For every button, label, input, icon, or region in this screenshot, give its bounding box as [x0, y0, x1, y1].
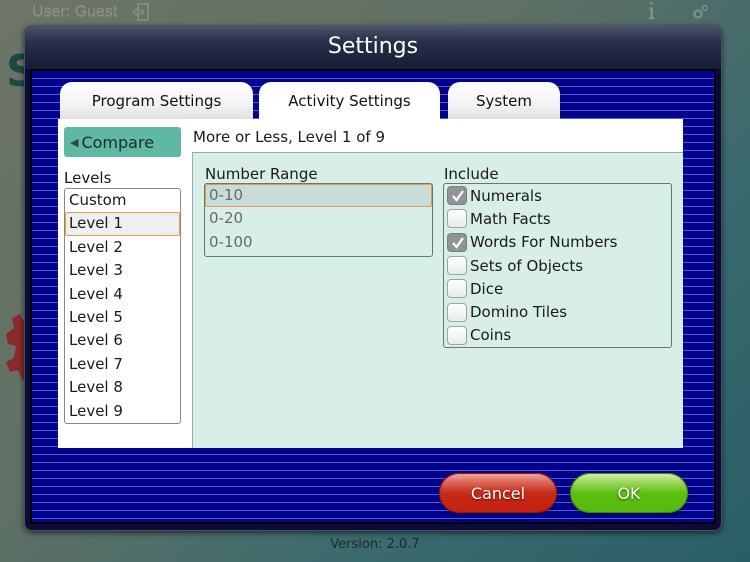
level-item-8[interactable]: Level 8	[65, 376, 180, 399]
include-label: Include	[444, 165, 499, 183]
include-item-coins[interactable]: Coins	[444, 324, 671, 347]
dialog-title: Settings	[327, 34, 419, 59]
logout-icon[interactable]	[132, 3, 149, 21]
include-item-numerals[interactable]: Numerals	[444, 184, 671, 207]
include-item-label: Words For Numbers	[470, 233, 618, 252]
include-item-domino-tiles[interactable]: Domino Tiles	[444, 300, 671, 323]
words-for-numbers-checkbox[interactable]	[447, 232, 467, 252]
number-range-label: Number Range	[205, 165, 318, 183]
user-label: User: Guest	[32, 3, 118, 20]
include-item-label: Domino Tiles	[470, 303, 568, 322]
level-item-6[interactable]: Level 6	[65, 329, 180, 352]
gear-icon[interactable]	[690, 3, 710, 21]
tab-program-settings[interactable]: Program Settings	[60, 82, 253, 122]
level-item-4[interactable]: Level 4	[65, 283, 180, 306]
level-item-1[interactable]: Level 1	[65, 212, 180, 236]
activity-title: More or Less, Level 1 of 9	[193, 128, 385, 146]
version-label: Version: 2.0.7	[330, 537, 420, 552]
sets-of-objects-checkbox[interactable]	[447, 256, 467, 276]
include-item-label: Math Facts	[470, 209, 551, 228]
compare-button[interactable]: ◀ Compare	[64, 127, 181, 157]
compare-button-label: Compare	[81, 132, 155, 152]
tab-activity-settings[interactable]: Activity Settings	[259, 82, 440, 122]
triangle-left-icon: ◀	[70, 135, 79, 149]
include-item-words-for-numbers[interactable]: Words For Numbers	[444, 231, 671, 254]
range-item-0-10[interactable]: 0-10	[205, 184, 432, 208]
domino-tiles-checkbox[interactable]	[447, 302, 467, 322]
range-item-0-20[interactable]: 0-20	[205, 207, 432, 230]
include-item-label: Dice	[470, 279, 504, 298]
level-item-5[interactable]: Level 5	[65, 306, 180, 329]
levels-label: Levels	[64, 169, 112, 187]
dice-checkbox[interactable]	[447, 279, 467, 299]
range-item-0-100[interactable]: 0-100	[205, 231, 432, 254]
level-item-9[interactable]: Level 9	[65, 400, 180, 423]
include-list: Numerals Math Facts Words For Numbers Se…	[443, 183, 672, 348]
checkmark-icon	[452, 237, 464, 249]
level-item-3[interactable]: Level 3	[65, 259, 180, 282]
include-item-sets-of-objects[interactable]: Sets of Objects	[444, 254, 671, 277]
numerals-checkbox[interactable]	[447, 186, 467, 206]
include-item-label: Numerals	[470, 186, 542, 205]
levels-list[interactable]: Custom Level 1 Level 2 Level 3 Level 4 L…	[64, 188, 181, 424]
cancel-button[interactable]: Cancel	[439, 473, 557, 513]
include-item-math-facts[interactable]: Math Facts	[444, 207, 671, 230]
info-icon[interactable]: i	[648, 0, 655, 25]
level-item-custom[interactable]: Custom	[65, 189, 180, 212]
dialog-header: Settings	[25, 26, 721, 69]
tab-system[interactable]: System	[448, 82, 560, 122]
include-item-dice[interactable]: Dice	[444, 277, 671, 300]
level-item-7[interactable]: Level 7	[65, 353, 180, 376]
ok-button[interactable]: OK	[570, 473, 688, 513]
number-range-list[interactable]: 0-10 0-20 0-100	[204, 183, 433, 257]
coins-checkbox[interactable]	[447, 325, 467, 345]
math-facts-checkbox[interactable]	[447, 209, 467, 229]
include-item-label: Sets of Objects	[470, 256, 584, 275]
checkmark-icon	[452, 190, 464, 202]
level-item-2[interactable]: Level 2	[65, 236, 180, 259]
include-item-label: Coins	[470, 326, 512, 345]
top-bar: User: Guest i	[0, 0, 750, 26]
